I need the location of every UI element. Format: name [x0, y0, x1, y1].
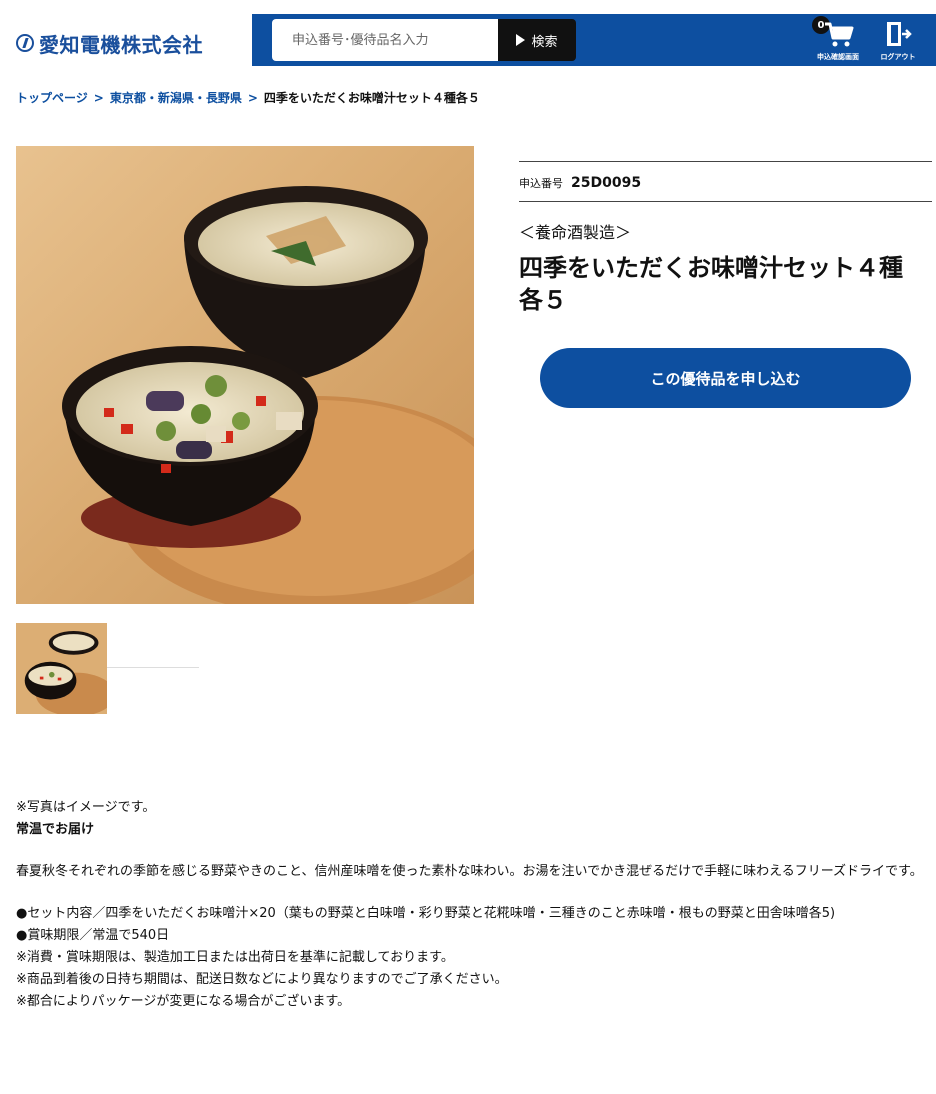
product-description: ※写真はイメージです。 常温でお届け 春夏秋冬それぞれの季節を感じる野菜やきのこ… [16, 797, 936, 1013]
logout-label: ログアウト [880, 53, 916, 61]
breadcrumb-home[interactable]: トップページ [16, 89, 88, 106]
product-thumbnail[interactable] [16, 623, 107, 714]
set-contents: ●セット内容／四季をいただくお味噌汁×20（葉もの野菜と白味噌・彩り野菜と花糀味… [16, 906, 836, 921]
header-bar: 検索 0 申込確認画面 ログアウト [252, 14, 936, 66]
application-number: 申込番号 25D0095 [519, 175, 641, 191]
divider [519, 201, 932, 202]
note-expiry-basis: ※消費・賞味期限は、製造加工日または出荷日を基準に記載しております。 [16, 950, 454, 965]
thumbnail-divider [107, 667, 199, 668]
site-header: 愛知電機株式会社 検索 0 申込確認画面 ログアウト [0, 0, 936, 75]
product-maker: ＜養命酒製造＞ [519, 223, 632, 242]
apply-button[interactable]: この優待品を申し込む [540, 348, 911, 408]
company-logo[interactable]: 愛知電機株式会社 [16, 28, 203, 58]
logo-text: 愛知電機株式会社 [39, 32, 203, 57]
breadcrumb-separator: > [93, 90, 104, 105]
play-triangle-icon [516, 34, 526, 46]
logo-mark-icon [16, 34, 34, 52]
application-number-value: 25D0095 [571, 175, 642, 191]
breadcrumb-separator: > [247, 90, 258, 105]
cart-icon [825, 22, 854, 47]
delivery-type: 常温でお届け [16, 822, 95, 837]
note-package: ※都合によりパッケージが変更になる場合がございます。 [16, 994, 351, 1009]
breadcrumb-category[interactable]: 東京都・新潟県・長野県 [110, 89, 242, 106]
breadcrumb: トップページ > 東京都・新潟県・長野県 > 四季をいただくお味噌汁セット４種各… [16, 89, 480, 106]
expiry: ●賞味期限／常温で540日 [16, 928, 170, 943]
image-note: ※写真はイメージです。 [16, 800, 156, 815]
product-title: 四季をいただくお味噌汁セット４種各５ [519, 254, 903, 314]
application-number-label: 申込番号 [519, 177, 563, 190]
breadcrumb-current: 四季をいただくお味噌汁セット４種各５ [263, 91, 480, 105]
description-body: 春夏秋冬それぞれの季節を感じる野菜やきのこと、信州産味噌を使った素朴な味わい。お… [16, 864, 923, 879]
cart-button[interactable]: 0 申込確認画面 [808, 14, 866, 66]
logout-button[interactable]: ログアウト [870, 14, 926, 66]
product-main-image [16, 146, 474, 604]
search-input[interactable] [272, 19, 498, 61]
logout-door-icon [887, 22, 912, 46]
search-button[interactable]: 検索 [498, 19, 576, 61]
cart-label: 申込確認画面 [817, 53, 859, 61]
divider [519, 161, 932, 162]
search-button-label: 検索 [531, 34, 558, 50]
note-shelf-life: ※商品到着後の日持ち期間は、配送日数などにより異なりますのでご了承ください。 [16, 972, 508, 987]
